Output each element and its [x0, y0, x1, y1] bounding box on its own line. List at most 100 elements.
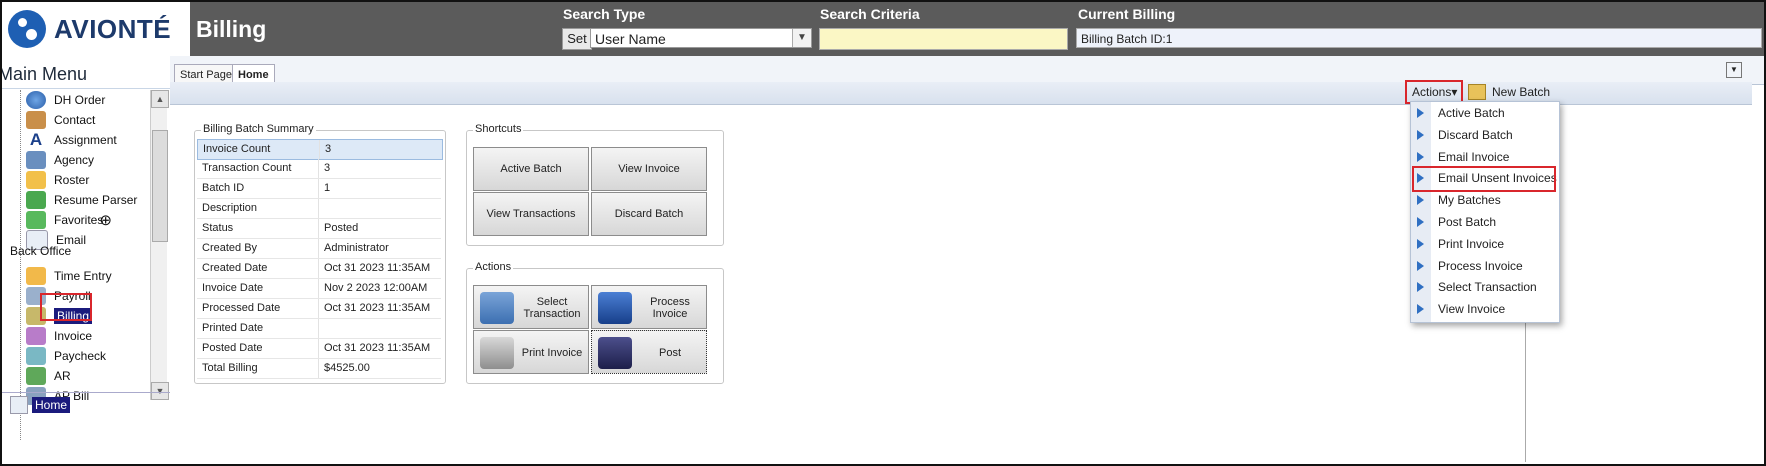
column-divider — [318, 159, 319, 178]
menu-item-agency[interactable]: Agency — [26, 150, 94, 170]
divider — [2, 88, 190, 89]
tab-dropdown-icon[interactable]: ▼ — [1726, 62, 1742, 78]
menu-item-paycheck[interactable]: Paycheck — [26, 346, 106, 366]
summary-row[interactable]: Batch ID 1 — [197, 179, 441, 199]
actions-dropdown-menu: Active Batch Discard Batch Email Invoice Em… — [1410, 101, 1560, 323]
shortcut-view-transactions-button[interactable]: View Transactions — [473, 192, 589, 236]
menu-item-ar[interactable]: AR — [26, 366, 71, 386]
summary-key: Total Billing — [202, 362, 258, 374]
paycheck-icon — [26, 347, 46, 365]
shortcuts-title: Shortcuts — [473, 123, 524, 135]
summary-row[interactable]: Invoice Count 3 — [197, 139, 443, 160]
process-invoice-icon — [598, 292, 632, 324]
summary-row[interactable]: Created By Administrator — [197, 239, 441, 259]
shortcuts-group: Shortcuts Active Batch View Invoice View… — [466, 123, 724, 246]
app-window: AVIONTÉ Billing Search Type Search Crite… — [0, 0, 1766, 466]
shortcut-view-invoice-button[interactable]: View Invoice — [591, 147, 707, 191]
menu-scrollbar[interactable]: ▲ ▼ — [150, 90, 169, 400]
dropdown-item-discard-batch[interactable]: Discard Batch — [1411, 124, 1559, 146]
summary-value: $4525.00 — [324, 362, 370, 374]
process-invoice-button[interactable]: Process Invoice — [591, 285, 707, 329]
summary-key: Invoice Count — [203, 143, 271, 155]
avionte-logo-icon — [8, 10, 46, 48]
group-back-office[interactable]: Back Office — [10, 244, 71, 258]
print-invoice-button[interactable]: Print Invoice — [473, 330, 589, 374]
dropdown-item-label: Post Batch — [1438, 215, 1497, 229]
menu-item-label: Roster — [54, 173, 90, 187]
home-label[interactable]: Home — [32, 397, 71, 413]
summary-row[interactable]: Created Date Oct 31 2023 11:35AM — [197, 259, 441, 279]
summary-row[interactable]: Posted Date Oct 31 2023 11:35AM — [197, 339, 441, 359]
summary-row[interactable]: Processed Date Oct 31 2023 11:35AM — [197, 299, 441, 319]
dropdown-item-active-batch[interactable]: Active Batch — [1411, 102, 1559, 124]
home-bar[interactable]: Home — [2, 392, 190, 417]
actions-group: Actions Select Transaction Process Invoi… — [466, 261, 724, 384]
search-criteria-label: Search Criteria — [820, 6, 920, 22]
summary-value: Nov 2 2023 12:00AM — [324, 282, 428, 294]
menu-item-label: Contact — [54, 113, 96, 127]
summary-row[interactable]: Total Billing $4525.00 — [197, 359, 441, 379]
magnifier-cursor-icon: ⊕ — [99, 212, 112, 229]
set-button[interactable]: Set — [562, 28, 592, 50]
summary-value: 3 — [325, 143, 332, 155]
summary-row[interactable]: Description — [197, 199, 441, 219]
post-button[interactable]: Post — [591, 330, 707, 374]
dropdown-item-select-transaction[interactable]: Select Transaction — [1411, 276, 1559, 298]
dropdown-item-label: Print Invoice — [1438, 236, 1505, 251]
summary-key: Processed Date — [202, 302, 281, 314]
scroll-up-icon[interactable]: ▲ — [151, 90, 169, 108]
summary-key: Posted Date — [202, 342, 263, 354]
search-type-label: Search Type — [563, 6, 646, 22]
dropdown-item-label: View Invoice — [1438, 302, 1506, 317]
menu-item-favorites[interactable]: Favorites ⊕ — [26, 210, 112, 230]
search-type-select[interactable]: User Name ▼ — [590, 28, 812, 48]
menu-item-roster[interactable]: Roster — [26, 170, 89, 190]
billing-highlight-box — [40, 293, 92, 321]
scroll-thumb[interactable] — [152, 130, 168, 242]
select-transaction-button[interactable]: Select Transaction — [473, 285, 589, 329]
summary-row[interactable]: Invoice Date Nov 2 2023 12:00AM — [197, 279, 441, 299]
menu-item-label: Time Entry — [54, 269, 112, 283]
chevron-down-icon[interactable]: ▼ — [792, 29, 811, 47]
search-criteria-input[interactable] — [819, 28, 1068, 50]
summary-value: Posted — [324, 222, 359, 234]
shortcut-active-batch-button[interactable]: Active Batch — [473, 147, 589, 191]
shortcut-discard-batch-button[interactable]: Discard Batch — [591, 192, 707, 236]
summary-row[interactable]: Status Posted — [197, 219, 441, 239]
dropdown-item-my-batches[interactable]: My Batches — [1411, 189, 1559, 211]
assignment-icon: A — [26, 131, 46, 149]
dropdown-item-print-invoice[interactable]: Print Invoice — [1411, 233, 1559, 255]
menu-item-contact[interactable]: Contact — [26, 110, 95, 130]
summary-key: Transaction Count — [202, 162, 292, 174]
printer-icon — [480, 337, 514, 369]
button-label: Select Transaction — [523, 296, 581, 320]
dropdown-item-post-batch[interactable]: Post Batch — [1411, 211, 1559, 233]
new-batch-button[interactable]: New Batch — [1468, 82, 1550, 102]
dropdown-item-label: Select Transaction — [1438, 280, 1537, 295]
summary-value: Administrator — [324, 242, 389, 254]
agency-icon — [26, 151, 46, 169]
summary-key: Description — [202, 202, 258, 214]
summary-row[interactable]: Transaction Count 3 — [197, 159, 441, 179]
dropdown-item-view-invoice[interactable]: View Invoice — [1411, 298, 1559, 320]
menu-item-label: AR — [54, 369, 71, 383]
menu-item-label: Assignment — [54, 133, 117, 147]
column-divider — [319, 140, 320, 159]
page-title: Billing — [196, 16, 267, 42]
menu-item-resume-parser[interactable]: Resume Parser — [26, 190, 137, 210]
button-label: Process Invoice — [650, 296, 690, 320]
dropdown-item-process-invoice[interactable]: Process Invoice — [1411, 255, 1559, 277]
summary-value: Oct 31 2023 11:35AM — [324, 262, 431, 274]
summary-row[interactable]: Printed Date — [197, 319, 441, 339]
arrow-right-icon — [1417, 195, 1424, 206]
menu-item-invoice[interactable]: Invoice — [26, 326, 92, 346]
dropdown-item-email-invoice[interactable]: Email Invoice — [1411, 146, 1559, 168]
menu-item-time-entry[interactable]: Time Entry — [26, 266, 112, 286]
arrow-right-icon — [1417, 217, 1424, 227]
top-header: AVIONTÉ Billing Search Type Search Crite… — [2, 2, 1764, 56]
menu-item-dh-order[interactable]: DH Order — [26, 90, 105, 110]
menu-item-assignment[interactable]: A Assignment — [26, 130, 117, 150]
menu-item-label: Resume Parser — [54, 193, 138, 207]
menu-item-label: DH Order — [54, 93, 106, 107]
summary-key: Printed Date — [202, 322, 264, 334]
